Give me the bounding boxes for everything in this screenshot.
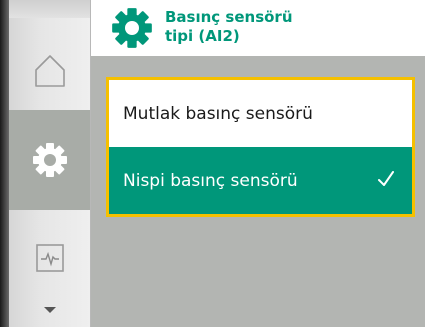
nav-item-monitor[interactable] — [9, 226, 90, 290]
option-label: Mutlak basınç sensörü — [123, 103, 313, 124]
option-label: Nispi basınç sensörü — [123, 170, 298, 191]
checkmark-icon — [378, 171, 394, 186]
scroll-down-icon — [43, 307, 56, 313]
nav-item-home[interactable] — [9, 36, 90, 106]
monitor-icon — [35, 244, 64, 272]
device-frame-edge — [0, 0, 9, 327]
option-list: Mutlak basınç sensörü Nispi basınç sensö… — [106, 77, 415, 217]
gear-icon — [112, 8, 152, 48]
option-relative-pressure-sensor[interactable]: Nispi basınç sensörü — [109, 147, 412, 214]
page-title: Basınç sensörü tipi (AI2) — [165, 8, 293, 45]
scroll-down-button[interactable] — [9, 298, 90, 322]
option-absolute-pressure-sensor[interactable]: Mutlak basınç sensörü — [109, 80, 412, 147]
home-icon — [34, 55, 65, 87]
page-header: Basınç sensörü tipi (AI2) — [91, 0, 425, 56]
side-navigation-top — [9, 0, 90, 18]
gear-icon — [32, 143, 67, 177]
nav-item-settings[interactable] — [9, 110, 90, 210]
